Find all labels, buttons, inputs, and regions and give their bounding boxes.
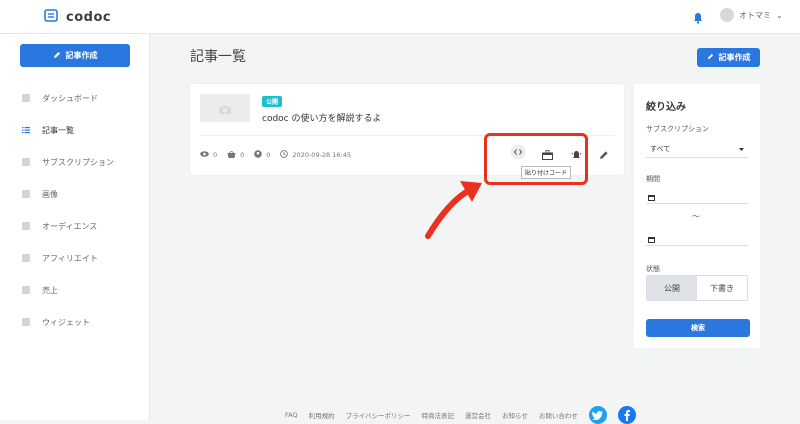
footer: FAQ 利用規約 プライバシーポリシー 特商法表記 運営会社 お知らせ お問い合… bbox=[285, 406, 636, 424]
sidebar-item-label: アフィリエイト bbox=[42, 253, 98, 263]
sidebar-create-article-button[interactable]: 記事作成 bbox=[20, 44, 130, 67]
footer-link-terms[interactable]: 利用規約 bbox=[309, 410, 335, 420]
article-title[interactable]: codoc の使い方を解説するよ bbox=[262, 111, 381, 124]
sidebar-item-widget[interactable]: ウィジェット bbox=[0, 306, 150, 338]
subscription-value: すべて bbox=[650, 144, 671, 153]
camera-icon bbox=[219, 99, 231, 118]
filter-title: 絞り込み bbox=[646, 102, 686, 113]
page-title: 記事一覧 bbox=[190, 49, 246, 65]
sidebar-item-label: サブスクリプション bbox=[42, 157, 114, 167]
audience-icon bbox=[22, 222, 30, 230]
calendar-icon bbox=[648, 186, 655, 205]
subscription-label: サブスクリプション bbox=[646, 125, 709, 133]
affiliate-icon bbox=[22, 254, 30, 262]
sidebar-item-sales[interactable]: 売上 bbox=[0, 274, 150, 306]
subscriber-icon bbox=[254, 150, 263, 160]
status-label: 状態 bbox=[646, 265, 660, 273]
facebook-icon[interactable] bbox=[617, 406, 636, 424]
date-stat: 2020-09-28 16:45 bbox=[280, 150, 351, 160]
codoc-logo-icon bbox=[44, 8, 60, 27]
sidebar-item-label: ダッシュボード bbox=[42, 93, 98, 103]
edit-button[interactable] bbox=[596, 146, 612, 162]
top-bar: codoc オトマミ ⌄ bbox=[0, 0, 800, 34]
sidebar-item-subscription[interactable]: サブスクリプション bbox=[0, 146, 150, 178]
user-menu[interactable]: オトマミ ⌄ bbox=[720, 8, 783, 22]
views-stat: 0 bbox=[200, 151, 217, 159]
chevron-down-icon: ⌄ bbox=[776, 10, 783, 20]
footer-link-legal[interactable]: 特商法表記 bbox=[421, 410, 454, 420]
eye-icon bbox=[200, 151, 209, 159]
sidebar-item-label: ウィジェット bbox=[42, 317, 90, 327]
status-option-published[interactable]: 公開 bbox=[647, 276, 697, 300]
status-badge: 公開 bbox=[262, 96, 283, 107]
sidebar-item-images[interactable]: 画像 bbox=[0, 178, 150, 210]
status-option-draft[interactable]: 下書き bbox=[697, 276, 747, 300]
calendar-icon bbox=[648, 228, 655, 247]
subscription-select[interactable]: すべて bbox=[646, 140, 748, 158]
footer-link-news[interactable]: お知らせ bbox=[502, 410, 528, 420]
filter-panel: 絞り込み サブスクリプション すべて 期間 〜 状態 公開 下書き 検索 bbox=[634, 84, 760, 348]
sales-icon bbox=[22, 286, 30, 294]
bell-icon[interactable] bbox=[693, 9, 703, 28]
sidebar-nav: ダッシュボード 記事一覧 サブスクリプション 画像 オーディエンス アフィリエイ… bbox=[0, 82, 150, 338]
sidebar-item-label: 画像 bbox=[42, 189, 58, 199]
sidebar-item-label: 記事一覧 bbox=[42, 125, 74, 135]
period-start-input[interactable] bbox=[646, 188, 748, 204]
dashboard-icon bbox=[22, 94, 30, 102]
logo-text: codoc bbox=[66, 10, 112, 25]
footer-link-contact[interactable]: お問い合わせ bbox=[539, 410, 578, 420]
footer-link-privacy[interactable]: プライバシーポリシー bbox=[346, 410, 411, 420]
subscribers-count: 0 bbox=[266, 151, 271, 159]
article-stats: 0 0 0 2020-09-28 16:45 bbox=[200, 149, 351, 160]
tooltip: 貼り付けコード bbox=[521, 166, 572, 179]
pencil-icon bbox=[53, 51, 61, 61]
user-name: オトマミ bbox=[739, 10, 771, 20]
sidebar-item-label: オーディエンス bbox=[42, 221, 98, 231]
list-icon bbox=[22, 126, 30, 134]
period-label: 期間 bbox=[646, 175, 660, 183]
article-date: 2020-09-28 16:45 bbox=[292, 151, 351, 159]
purchases-stat: 0 bbox=[227, 149, 245, 160]
sidebar-item-affiliate[interactable]: アフィリエイト bbox=[0, 242, 150, 274]
image-icon bbox=[22, 190, 30, 198]
period-separator: 〜 bbox=[692, 212, 700, 221]
sidebar-item-articles[interactable]: 記事一覧 bbox=[0, 114, 150, 146]
search-button[interactable]: 検索 bbox=[646, 319, 750, 337]
sidebar-item-dashboard[interactable]: ダッシュボード bbox=[0, 82, 150, 114]
create-article-label: 記事作成 bbox=[718, 53, 751, 62]
arrow-annotation bbox=[425, 181, 482, 239]
pencil-icon bbox=[707, 53, 714, 62]
twitter-icon[interactable] bbox=[588, 406, 607, 424]
pencil-icon bbox=[599, 145, 609, 164]
logo[interactable]: codoc bbox=[44, 8, 111, 27]
subscription-icon bbox=[22, 158, 30, 166]
avatar bbox=[720, 8, 734, 22]
sidebar-item-label: 売上 bbox=[42, 285, 58, 295]
views-count: 0 bbox=[213, 151, 218, 159]
caret-down-icon bbox=[739, 145, 744, 153]
sidebar-create-label: 記事作成 bbox=[65, 51, 98, 60]
sidebar-item-audience[interactable]: オーディエンス bbox=[0, 210, 150, 242]
basket-icon bbox=[227, 149, 236, 160]
article-thumbnail[interactable] bbox=[200, 94, 250, 122]
widget-icon bbox=[22, 318, 30, 326]
period-end-input[interactable] bbox=[646, 230, 748, 246]
status-toggle: 公開 下書き bbox=[646, 275, 748, 301]
footer-link-faq[interactable]: FAQ bbox=[285, 411, 298, 419]
footer-link-company[interactable]: 運営会社 bbox=[465, 410, 491, 420]
sidebar: 記事作成 ダッシュボード 記事一覧 サブスクリプション 画像 オーディエンス ア… bbox=[0, 34, 150, 420]
clock-icon bbox=[280, 150, 289, 160]
purchases-count: 0 bbox=[240, 151, 245, 159]
subscribers-stat: 0 bbox=[254, 150, 270, 160]
create-article-button[interactable]: 記事作成 bbox=[697, 48, 760, 67]
